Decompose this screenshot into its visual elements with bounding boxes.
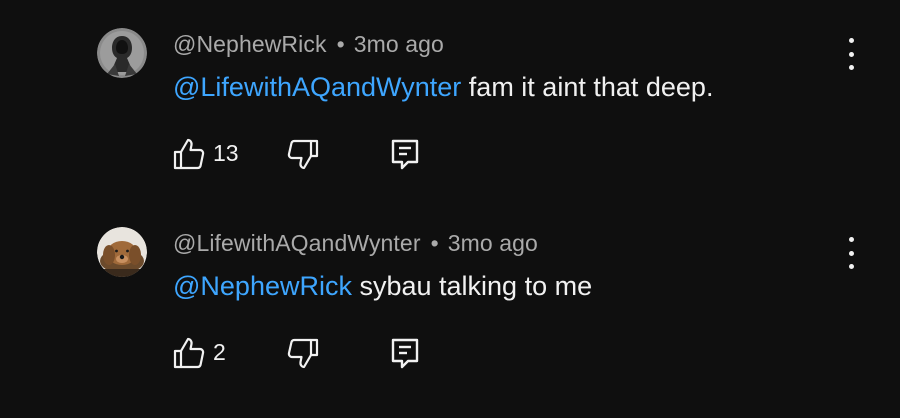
reply-icon xyxy=(391,338,419,369)
meta-separator: • xyxy=(336,31,345,57)
reply-button[interactable] xyxy=(390,337,420,369)
comment-author[interactable]: @LifewithAQandWynter xyxy=(173,230,421,256)
comment-author[interactable]: @NephewRick xyxy=(173,31,327,57)
comment-text: @LifewithAQandWynter fam it aint that de… xyxy=(173,72,713,103)
meta-separator: • xyxy=(430,230,439,256)
like-button[interactable] xyxy=(173,336,205,370)
comment-actions: 13 xyxy=(170,137,470,171)
dislike-button[interactable] xyxy=(287,336,319,370)
avatar[interactable] xyxy=(97,227,147,277)
comment-meta: @NephewRick • 3mo ago xyxy=(173,31,444,58)
comment-time[interactable]: 3mo ago xyxy=(448,230,538,256)
like-count: 2 xyxy=(213,339,226,365)
reply-button[interactable] xyxy=(390,138,420,170)
mention-link[interactable]: @LifewithAQandWynter xyxy=(173,72,461,102)
comment-item: @NephewRick • 3mo ago @LifewithAQandWynter… xyxy=(0,0,900,200)
comment-body: sybau talking to me xyxy=(351,271,593,301)
thumbs-up-icon xyxy=(173,138,205,170)
more-vertical-icon[interactable] xyxy=(837,38,865,70)
comment-text: @NephewRick sybau talking to me xyxy=(173,271,592,302)
comment-actions: 2 xyxy=(170,336,470,370)
thumbs-up-icon xyxy=(173,337,205,369)
comment-meta: @LifewithAQandWynter • 3mo ago xyxy=(173,230,538,257)
hooded-figure-avatar-icon xyxy=(97,28,147,78)
dislike-button[interactable] xyxy=(287,137,319,171)
comment-body: fam it aint that deep. xyxy=(461,72,714,102)
avatar[interactable] xyxy=(97,28,147,78)
like-count: 13 xyxy=(213,140,239,166)
reply-icon xyxy=(391,139,419,170)
thumbs-down-icon xyxy=(287,139,319,170)
dog-avatar-icon xyxy=(97,227,147,277)
like-button[interactable] xyxy=(173,137,205,171)
thumbs-down-icon xyxy=(287,338,319,369)
more-vertical-icon[interactable] xyxy=(837,237,865,269)
mention-link[interactable]: @NephewRick xyxy=(173,271,352,301)
comment-item: @LifewithAQandWynter • 3mo ago @NephewRick… xyxy=(0,199,900,399)
comment-time[interactable]: 3mo ago xyxy=(354,31,444,57)
